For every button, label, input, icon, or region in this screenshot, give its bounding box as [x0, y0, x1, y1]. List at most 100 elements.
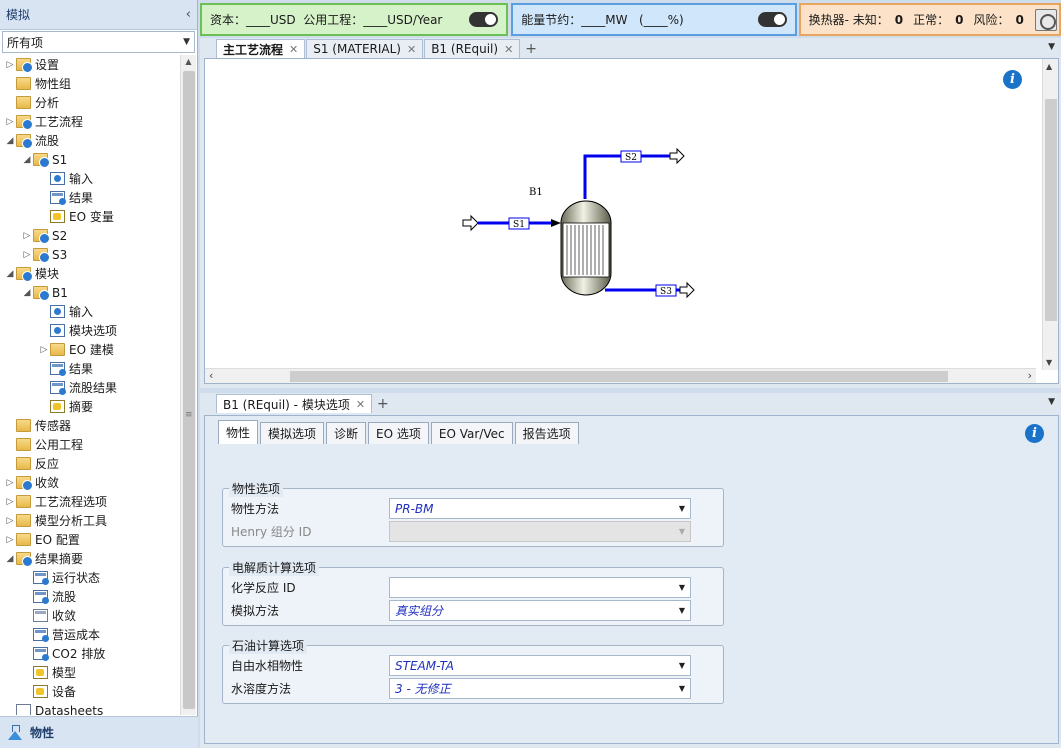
form-subtab[interactable]: 物性 — [218, 420, 259, 444]
expander-icon[interactable]: ▷ — [4, 478, 16, 488]
reactor-b1[interactable] — [560, 200, 612, 296]
stream-label-s1[interactable]: S1 — [508, 217, 530, 230]
field-dropdown[interactable]: STEAM-TA ▼ — [389, 655, 691, 676]
nav-footer-properties[interactable]: 物性 — [0, 716, 198, 748]
tree-item[interactable]: 输入 — [0, 169, 180, 188]
scroll-right-icon[interactable]: › — [1028, 369, 1032, 382]
tree-item[interactable]: 运行状态 — [0, 568, 180, 587]
scroll-up-icon[interactable]: ▲ — [1046, 62, 1052, 71]
field-dropdown[interactable]: PR-BM ▼ — [389, 498, 691, 519]
canvas-horizontal-scrollbar[interactable]: ‹ › — [205, 368, 1036, 383]
canvas-vscroll-thumb[interactable] — [1045, 99, 1057, 321]
tree-item[interactable]: ▷ 工艺流程 — [0, 112, 180, 131]
tree-item[interactable]: 流股 — [0, 587, 180, 606]
close-icon[interactable]: ✕ — [289, 43, 298, 56]
tree-item[interactable]: ▷ S3 — [0, 245, 180, 264]
close-icon[interactable]: ✕ — [356, 398, 365, 411]
tree-item[interactable]: Datasheets — [0, 701, 180, 715]
field-dropdown[interactable]: 3 - 无修正 ▼ — [389, 678, 691, 699]
expander-icon[interactable]: ▷ — [4, 497, 16, 507]
expander-icon[interactable]: ▷ — [38, 345, 50, 355]
expander-icon[interactable]: ▷ — [4, 117, 16, 127]
close-icon[interactable]: ✕ — [407, 43, 416, 56]
form-subtab[interactable]: 模拟选项 — [260, 422, 325, 444]
energy-toggle[interactable] — [757, 12, 787, 27]
expander-icon[interactable]: ◢ — [4, 554, 16, 564]
tree-item[interactable]: 分析 — [0, 93, 180, 112]
tree-item-label: 工艺流程 — [35, 115, 84, 129]
tree-item[interactable]: 模型 — [0, 663, 180, 682]
canvas-hscroll-thumb[interactable] — [290, 371, 948, 382]
expander-icon[interactable]: ▷ — [21, 231, 33, 241]
tab-b1-block-options[interactable]: B1 (REquil) - 模块选项 ✕ — [216, 394, 373, 413]
document-tab[interactable]: B1 (REquil) ✕ — [424, 39, 521, 58]
flowsheet-canvas[interactable]: B1 S1 S2 S3 i ▲ ▼ ‹ › — [204, 58, 1059, 384]
form-subtab[interactable]: 报告选项 — [514, 422, 579, 444]
tree-item[interactable]: ◢ 结果摘要 — [0, 549, 180, 568]
tree-item[interactable]: ▷ EO 配置 — [0, 530, 180, 549]
cost-toggle[interactable] — [469, 12, 499, 27]
add-tab-icon[interactable]: + — [525, 40, 537, 58]
tree-item[interactable]: 公用工程 — [0, 435, 180, 454]
pane-menu-icon[interactable]: ▼ — [1048, 397, 1055, 407]
document-tab[interactable]: S1 (MATERIAL) ✕ — [306, 39, 424, 58]
tree-item[interactable]: EO 变量 — [0, 207, 180, 226]
tree-item[interactable]: ▷ EO 建模 — [0, 340, 180, 359]
field-dropdown[interactable]: 真实组分 ▼ — [389, 600, 691, 621]
nav-scroll-thumb[interactable] — [183, 71, 195, 709]
form-subtab[interactable]: EO Var/Vec — [430, 422, 513, 444]
tree-item[interactable]: 传感器 — [0, 416, 180, 435]
tree-item[interactable]: ◢ S1 — [0, 150, 180, 169]
expander-icon[interactable]: ▷ — [4, 516, 16, 526]
expander-icon[interactable]: ◢ — [4, 269, 16, 279]
flowsheet-workspace: 主工艺流程 ✕ S1 (MATERIAL) ✕ B1 (REquil) ✕ + ▼ — [200, 38, 1061, 388]
tree-item[interactable]: ▷ 设置 — [0, 55, 180, 74]
tree-item[interactable]: 物性组 — [0, 74, 180, 93]
tree-item[interactable]: 反应 — [0, 454, 180, 473]
tree-item[interactable]: 流股结果 — [0, 378, 180, 397]
form-subtab[interactable]: EO 选项 — [368, 422, 429, 444]
tree-item[interactable]: ◢ 模块 — [0, 264, 180, 283]
form-subtab[interactable]: 诊断 — [326, 422, 367, 444]
tree-item[interactable]: ▷ S2 — [0, 226, 180, 245]
tree-item[interactable]: ▷ 工艺流程选项 — [0, 492, 180, 511]
gauge-icon[interactable] — [1035, 8, 1057, 31]
expander-icon[interactable]: ◢ — [21, 155, 33, 165]
tree-item[interactable]: 营运成本 — [0, 625, 180, 644]
nav-scrollbar[interactable]: ▲ ≡ — [180, 55, 196, 715]
scroll-up-icon[interactable]: ▲ — [181, 55, 196, 69]
expander-icon[interactable]: ▷ — [21, 250, 33, 260]
svg-text:S2: S2 — [625, 153, 637, 163]
expander-icon[interactable]: ▷ — [4, 535, 16, 545]
tree-item[interactable]: 模块选项 — [0, 321, 180, 340]
stream-label-s3[interactable]: S3 — [655, 284, 677, 297]
stream-label-s2[interactable]: S2 — [620, 150, 642, 163]
document-tab[interactable]: 主工艺流程 ✕ — [216, 39, 306, 58]
expander-icon[interactable]: ▷ — [4, 60, 16, 70]
expander-icon[interactable]: ◢ — [21, 288, 33, 298]
scroll-down-icon[interactable]: ▼ — [1046, 358, 1052, 367]
tree-item[interactable]: ◢ 流股 — [0, 131, 180, 150]
flowsheet-drawing[interactable]: B1 S1 S2 S3 — [205, 59, 1059, 384]
info-icon[interactable]: i — [1025, 424, 1044, 443]
tree-item[interactable]: 摘要 — [0, 397, 180, 416]
close-icon[interactable]: ✕ — [504, 43, 513, 56]
tree-item[interactable]: CO2 排放 — [0, 644, 180, 663]
info-icon[interactable]: i — [1003, 70, 1022, 89]
nav-filter-dropdown[interactable]: 所有项 ▼ — [2, 31, 195, 53]
tree-item[interactable]: ◢ B1 — [0, 283, 180, 302]
canvas-vertical-scrollbar[interactable]: ▲ ▼ — [1042, 59, 1058, 370]
tree-item[interactable]: 输入 — [0, 302, 180, 321]
tree-item[interactable]: ▷ 收敛 — [0, 473, 180, 492]
add-tab-icon[interactable]: + — [377, 395, 389, 413]
tree-item[interactable]: 设备 — [0, 682, 180, 701]
tree-item[interactable]: ▷ 模型分析工具 — [0, 511, 180, 530]
expander-icon[interactable]: ◢ — [4, 136, 16, 146]
tree-item[interactable]: 收敛 — [0, 606, 180, 625]
pane-menu-icon[interactable]: ▼ — [1048, 42, 1055, 52]
collapse-nav-button[interactable]: ‹ — [186, 7, 191, 22]
tree-item[interactable]: 结果 — [0, 188, 180, 207]
scroll-left-icon[interactable]: ‹ — [209, 369, 213, 382]
field-dropdown[interactable]: ▼ — [389, 577, 691, 598]
tree-item[interactable]: 结果 — [0, 359, 180, 378]
